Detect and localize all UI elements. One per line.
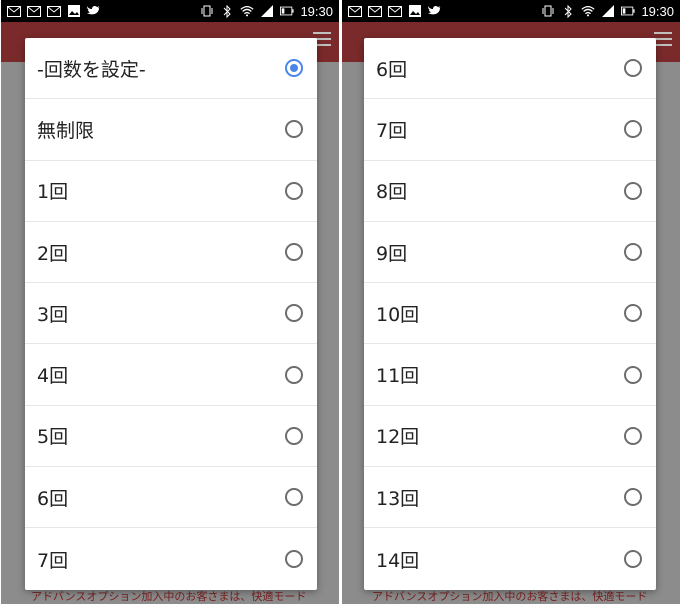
- radio-button[interactable]: [285, 243, 303, 262]
- radio-button[interactable]: [624, 59, 642, 78]
- option-row[interactable]: 5回: [25, 406, 317, 468]
- option-row[interactable]: 7回: [364, 99, 656, 161]
- count-select-dialog: -回数を設定- 無制限 1回 2回 3回 4回 5回 6回 7回: [25, 38, 317, 590]
- status-time: 19:30: [300, 3, 333, 19]
- wifi-icon: [581, 5, 596, 17]
- radio-button[interactable]: [624, 243, 642, 262]
- option-label: 11回: [376, 365, 420, 388]
- option-label: 8回: [376, 181, 408, 204]
- option-row[interactable]: 13回: [364, 467, 656, 529]
- option-label: 10回: [376, 303, 420, 326]
- status-bar: 19:30: [1, 0, 339, 22]
- option-label: 6回: [376, 58, 408, 81]
- radio-button[interactable]: [624, 181, 642, 200]
- radio-button[interactable]: [285, 550, 303, 569]
- vibrate-icon: [200, 5, 214, 17]
- image-icon: [67, 5, 81, 17]
- twitter-icon: [428, 5, 442, 17]
- gmail-icon: [368, 5, 382, 17]
- option-row[interactable]: 6回: [25, 467, 317, 529]
- option-row[interactable]: 1回: [25, 161, 317, 222]
- option-label: 3回: [37, 303, 69, 326]
- bluetooth-icon: [561, 4, 575, 18]
- radio-button[interactable]: [624, 426, 642, 445]
- option-label: -回数を設定-: [37, 58, 146, 81]
- radio-button[interactable]: [285, 488, 303, 507]
- signal-icon: [260, 5, 274, 17]
- radio-button[interactable]: [624, 550, 642, 569]
- bluetooth-icon: [220, 4, 234, 18]
- status-bar: 19:30: [342, 0, 680, 22]
- option-label: 13回: [376, 487, 420, 510]
- option-row[interactable]: 2回: [25, 222, 317, 284]
- battery-icon: [621, 5, 636, 17]
- option-label: 5回: [37, 426, 69, 449]
- option-label: 7回: [37, 549, 69, 572]
- option-label: 無制限: [37, 119, 95, 142]
- menu-icon: [654, 32, 672, 50]
- wifi-icon: [240, 5, 255, 17]
- option-label: 2回: [37, 242, 69, 265]
- radio-button-checked[interactable]: [285, 59, 303, 78]
- option-label: 12回: [376, 426, 420, 449]
- radio-button[interactable]: [285, 181, 303, 200]
- option-label: 7回: [376, 119, 408, 142]
- twitter-icon: [87, 5, 101, 17]
- option-label: 6回: [37, 487, 69, 510]
- option-row[interactable]: 4回: [25, 344, 317, 406]
- option-row[interactable]: 3回: [25, 283, 317, 345]
- option-row[interactable]: 9回: [364, 222, 656, 284]
- gmail-icon: [47, 5, 61, 17]
- option-label: 14回: [376, 549, 420, 572]
- gmail-icon: [388, 5, 402, 17]
- radio-button[interactable]: [624, 304, 642, 323]
- radio-button[interactable]: [285, 426, 303, 445]
- image-icon: [408, 5, 422, 17]
- option-row[interactable]: 無制限: [25, 99, 317, 161]
- radio-button[interactable]: [285, 365, 303, 384]
- signal-icon: [601, 5, 615, 17]
- option-row[interactable]: -回数を設定-: [25, 38, 317, 100]
- status-time: 19:30: [641, 3, 674, 19]
- option-row[interactable]: 14回: [364, 528, 656, 589]
- gmail-icon: [348, 5, 362, 17]
- option-row[interactable]: 6回: [364, 38, 656, 100]
- background-footer-text: アドバンスオプション加入中のお客さまは、快適モード: [372, 590, 648, 603]
- vibrate-icon: [541, 5, 555, 17]
- option-label: 4回: [37, 365, 69, 388]
- background-footer-text: アドバンスオプション加入中のお客さまは、快適モード: [31, 590, 307, 603]
- battery-icon: [280, 5, 295, 17]
- option-row[interactable]: 11回: [364, 344, 656, 406]
- radio-button[interactable]: [285, 120, 303, 139]
- option-label: 9回: [376, 242, 408, 265]
- option-row[interactable]: 12回: [364, 406, 656, 468]
- radio-button[interactable]: [285, 304, 303, 323]
- radio-button[interactable]: [624, 120, 642, 139]
- left-screen: 19:30 アドバンスオプション加入中のお客さまは、快適モード -回数を設定- …: [1, 0, 339, 604]
- gmail-icon: [7, 5, 21, 17]
- option-row[interactable]: 10回: [364, 283, 656, 345]
- option-row[interactable]: 7回: [25, 528, 317, 589]
- radio-button[interactable]: [624, 365, 642, 384]
- right-screen: 19:30 アドバンスオプション加入中のお客さまは、快適モード 6回 7回 8回…: [342, 0, 680, 604]
- option-row[interactable]: 8回: [364, 161, 656, 222]
- option-label: 1回: [37, 181, 69, 204]
- count-select-dialog: 6回 7回 8回 9回 10回 11回 12回 13回 14回: [364, 38, 656, 590]
- gmail-icon: [27, 5, 41, 17]
- radio-button[interactable]: [624, 488, 642, 507]
